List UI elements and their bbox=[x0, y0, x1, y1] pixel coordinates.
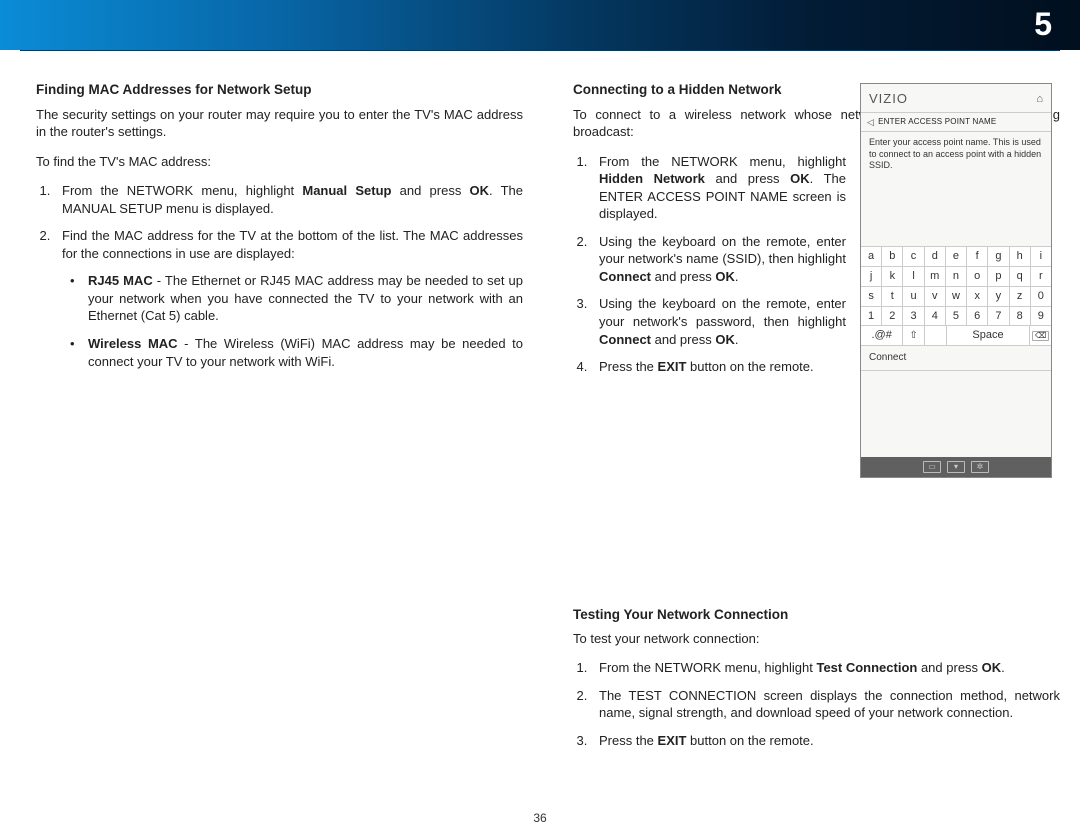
key-9[interactable]: 9 bbox=[1031, 307, 1051, 327]
key-u[interactable]: u bbox=[903, 287, 924, 307]
hidden-step-3: Using the keyboard on the remote, enter … bbox=[591, 295, 846, 348]
key-z[interactable]: z bbox=[1010, 287, 1031, 307]
inset-title-text: ENTER ACCESS POINT NAME bbox=[878, 117, 996, 128]
key-w[interactable]: w bbox=[946, 287, 967, 307]
hidden-step-1: From the NETWORK menu, highlight Hidden … bbox=[591, 153, 846, 223]
chapter-number: 5 bbox=[1034, 3, 1052, 46]
key-o[interactable]: o bbox=[967, 267, 988, 287]
kbd-row-2: jklmnopqr bbox=[861, 267, 1051, 287]
key-6[interactable]: 6 bbox=[967, 307, 988, 327]
key-d[interactable]: d bbox=[925, 247, 946, 267]
key-e[interactable]: e bbox=[946, 247, 967, 267]
test-step-2: The TEST CONNECTION screen displays the … bbox=[591, 687, 1060, 722]
key-s[interactable]: s bbox=[861, 287, 882, 307]
rj45-item: RJ45 MAC - The Ethernet or RJ45 MAC addr… bbox=[70, 272, 523, 325]
connect-button[interactable]: Connect bbox=[861, 346, 1051, 371]
mac-step-1: From the NETWORK menu, highlight Manual … bbox=[54, 182, 523, 217]
key-blank[interactable] bbox=[925, 326, 947, 346]
wide-icon: ▭ bbox=[923, 461, 941, 473]
tv-screenshot-inset: VIZIO ⌂ ◁ ENTER ACCESS POINT NAME Enter … bbox=[860, 83, 1052, 478]
gear-icon: ✲ bbox=[971, 461, 989, 473]
key-1[interactable]: 1 bbox=[861, 307, 882, 327]
key-f[interactable]: f bbox=[967, 247, 988, 267]
key-0[interactable]: 0 bbox=[1031, 287, 1051, 307]
heading-test: Testing Your Network Connection bbox=[573, 606, 1060, 624]
key-j[interactable]: j bbox=[861, 267, 882, 287]
right-column: Connecting to a Hidden Network To connec… bbox=[573, 81, 1060, 763]
chapter-header: 5 bbox=[0, 0, 1080, 50]
key-backspace[interactable]: ⌫ bbox=[1030, 326, 1051, 346]
test-intro-text: To test your network connection: bbox=[573, 630, 1060, 648]
test-steps-list: From the NETWORK menu, highlight Test Co… bbox=[591, 659, 1060, 749]
wireless-mac-item: Wireless MAC - The Wireless (WiFi) MAC a… bbox=[70, 335, 523, 370]
heading-mac: Finding MAC Addresses for Network Setup bbox=[36, 81, 523, 99]
brand-logo: VIZIO bbox=[869, 90, 908, 108]
key-i[interactable]: i bbox=[1031, 247, 1051, 267]
key-8[interactable]: 8 bbox=[1010, 307, 1031, 327]
key-m[interactable]: m bbox=[925, 267, 946, 287]
key-x[interactable]: x bbox=[967, 287, 988, 307]
shift-icon: ⇧ bbox=[909, 330, 917, 341]
mac-step-2: Find the MAC address for the TV at the b… bbox=[54, 227, 523, 370]
inset-input-area bbox=[861, 178, 1051, 246]
key-space[interactable]: Space bbox=[947, 326, 1031, 346]
mac-intro-text: The security settings on your router may… bbox=[36, 106, 523, 141]
test-step-1: From the NETWORK menu, highlight Test Co… bbox=[591, 659, 1060, 677]
kbd-row-5: .@# ⇧ Space ⌫ bbox=[861, 326, 1051, 346]
key-k[interactable]: k bbox=[882, 267, 903, 287]
backspace-icon: ⌫ bbox=[1032, 331, 1049, 341]
key-4[interactable]: 4 bbox=[925, 307, 946, 327]
chevron-down-icon: ▾ bbox=[947, 461, 965, 473]
page-content: Finding MAC Addresses for Network Setup … bbox=[0, 51, 1080, 763]
onscreen-keyboard: abcdefghi jklmnopqr stuvwxyz0 123456789 … bbox=[861, 246, 1051, 346]
key-t[interactable]: t bbox=[882, 287, 903, 307]
key-v[interactable]: v bbox=[925, 287, 946, 307]
back-arrow-icon: ◁ bbox=[867, 116, 874, 128]
mac-sublist: RJ45 MAC - The Ethernet or RJ45 MAC addr… bbox=[70, 272, 523, 370]
left-column: Finding MAC Addresses for Network Setup … bbox=[36, 81, 533, 763]
hidden-step-2: Using the keyboard on the remote, enter … bbox=[591, 233, 846, 286]
key-2[interactable]: 2 bbox=[882, 307, 903, 327]
testing-section: Testing Your Network Connection To test … bbox=[573, 606, 1060, 750]
page-number: 36 bbox=[533, 810, 546, 826]
mac-steps-list: From the NETWORK menu, highlight Manual … bbox=[54, 182, 523, 370]
inset-header: VIZIO ⌂ bbox=[861, 84, 1051, 112]
key-r[interactable]: r bbox=[1031, 267, 1051, 287]
key-7[interactable]: 7 bbox=[988, 307, 1009, 327]
kbd-row-3: stuvwxyz0 bbox=[861, 287, 1051, 307]
key-g[interactable]: g bbox=[988, 247, 1009, 267]
key-l[interactable]: l bbox=[903, 267, 924, 287]
kbd-row-4: 123456789 bbox=[861, 307, 1051, 327]
key-5[interactable]: 5 bbox=[946, 307, 967, 327]
key-a[interactable]: a bbox=[861, 247, 882, 267]
mac-find-text: To find the TV's MAC address: bbox=[36, 153, 523, 171]
key-y[interactable]: y bbox=[988, 287, 1009, 307]
key-c[interactable]: c bbox=[903, 247, 924, 267]
key-symbols[interactable]: .@# bbox=[861, 326, 903, 346]
key-h[interactable]: h bbox=[1010, 247, 1031, 267]
kbd-row-1: abcdefghi bbox=[861, 247, 1051, 267]
inset-title-row: ◁ ENTER ACCESS POINT NAME bbox=[861, 112, 1051, 132]
inset-footer: ▭ ▾ ✲ bbox=[861, 457, 1051, 477]
key-q[interactable]: q bbox=[1010, 267, 1031, 287]
home-icon: ⌂ bbox=[1036, 92, 1043, 107]
test-step-3: Press the EXIT button on the remote. bbox=[591, 732, 1060, 750]
key-shift[interactable]: ⇧ bbox=[903, 326, 925, 346]
hidden-step-4: Press the EXIT button on the remote. bbox=[591, 358, 846, 376]
key-3[interactable]: 3 bbox=[903, 307, 924, 327]
inset-description: Enter your access point name. This is us… bbox=[861, 132, 1051, 178]
key-p[interactable]: p bbox=[988, 267, 1009, 287]
hidden-steps-list: From the NETWORK menu, highlight Hidden … bbox=[591, 153, 846, 376]
key-n[interactable]: n bbox=[946, 267, 967, 287]
key-b[interactable]: b bbox=[882, 247, 903, 267]
